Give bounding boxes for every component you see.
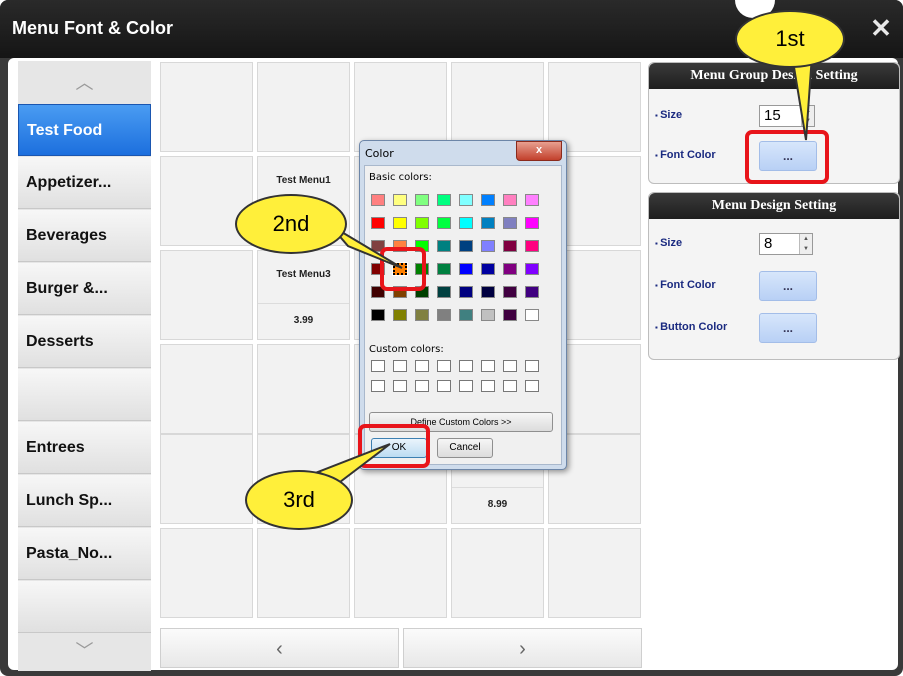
callout-1st: 1st: [735, 10, 845, 68]
callout-pointers: [315, 54, 814, 484]
callout-2nd: 2nd: [235, 194, 347, 254]
callout-3rd: 3rd: [245, 470, 353, 530]
